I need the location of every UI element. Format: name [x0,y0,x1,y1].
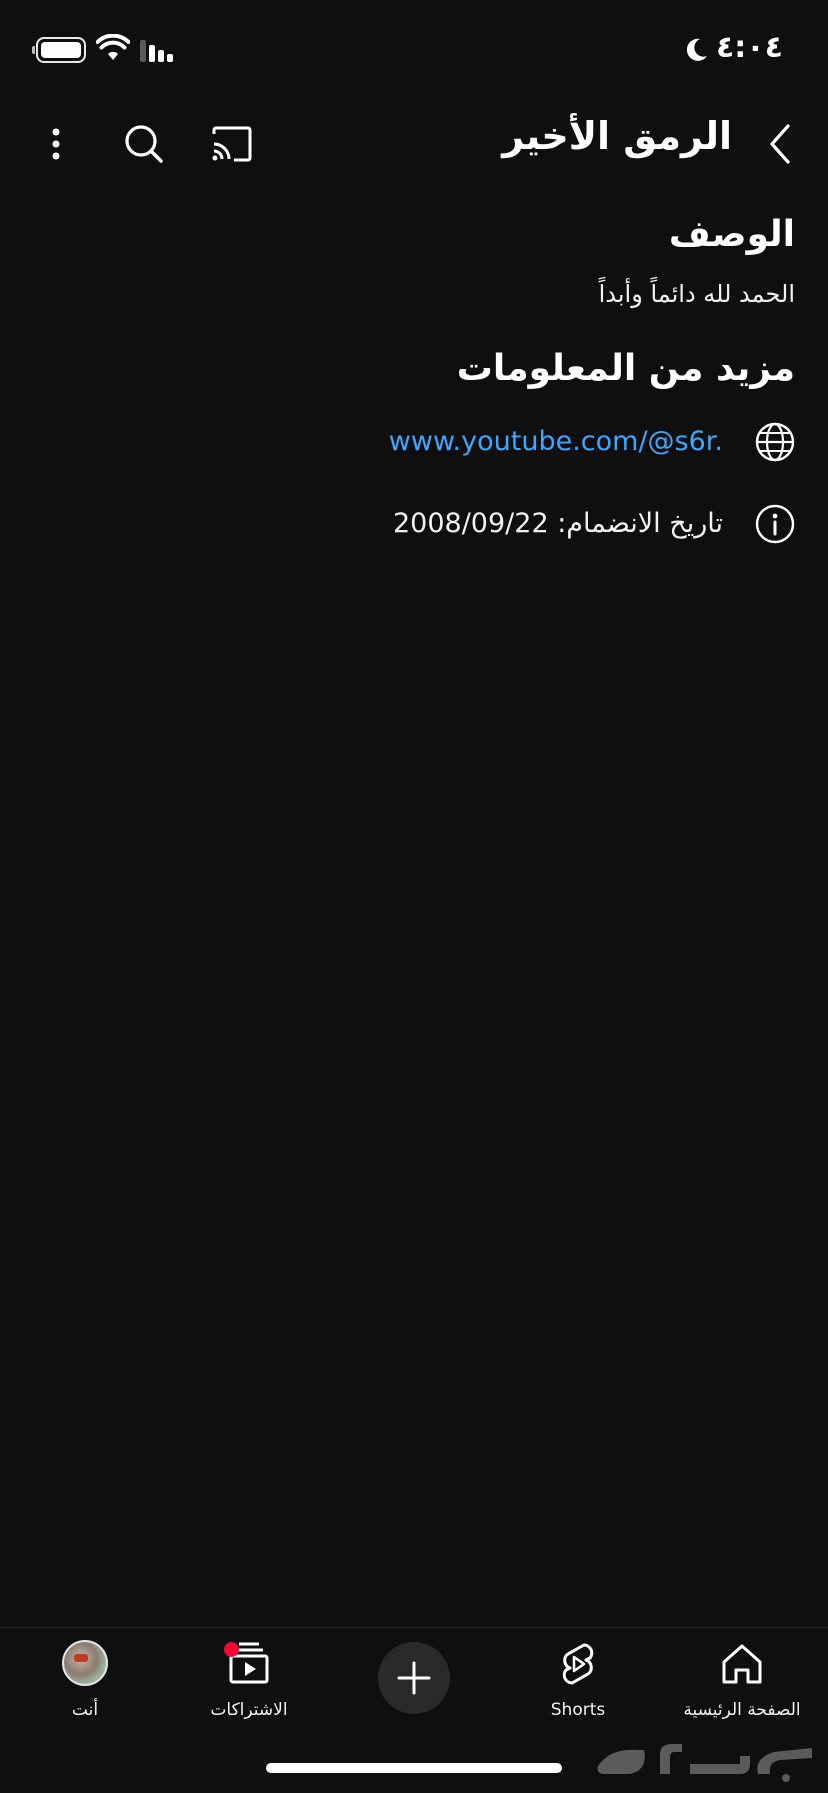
nav-item-you[interactable]: أنت [0,1640,170,1740]
globe-icon [755,422,795,462]
nav-label-shorts: Shorts [550,1700,606,1720]
description-heading: الوصف [668,214,795,255]
status-bar: ٤:٠٤ [0,0,828,100]
back-button[interactable] [756,120,804,168]
search-button[interactable] [120,120,168,168]
moon-icon [686,38,707,61]
plus-icon [397,1661,431,1695]
nav-label-subscriptions: الاشتراكات [210,1700,288,1720]
info-icon [755,504,795,544]
back-chevron-icon [770,124,790,164]
cast-icon [212,126,252,162]
home-indicator[interactable] [266,1763,562,1773]
home-icon [722,1644,762,1684]
channel-link[interactable]: www.youtube.com/@s6r. [389,426,723,457]
channel-link-row[interactable]: www.youtube.com/@s6r. [95,420,795,464]
haraj-watermark-logo [597,1744,812,1782]
description-text: الحمد لله دائماً وأبداً [598,280,795,308]
nav-label-you: أنت [71,1700,99,1720]
nav-item-home[interactable]: الصفحة الرئيسية [657,1640,827,1740]
joined-date: تاريخ الانضمام: 2008/09/22 [393,508,723,539]
joined-date-row: تاريخ الانضمام: 2008/09/22 [95,502,795,546]
top-app-bar: الرمق الأخير [0,100,828,180]
shorts-icon [562,1643,594,1685]
wifi-icon [96,34,130,60]
page-title: الرمق الأخير [502,114,732,158]
battery-icon [32,37,86,63]
more-options-button[interactable] [32,120,80,168]
cast-button[interactable] [208,120,256,168]
search-icon [125,125,163,163]
nav-item-subscriptions[interactable]: الاشتراكات [164,1640,334,1740]
more-vertical-icon [52,128,60,160]
create-button[interactable] [378,1642,450,1714]
cellular-signal-icon [140,38,178,62]
nav-label-home: الصفحة الرئيسية [683,1700,801,1720]
status-time: ٤:٠٤ [716,30,783,65]
avatar [62,1640,108,1686]
notification-dot [224,1642,239,1657]
more-info-heading: مزيد من المعلومات [456,348,795,389]
nav-item-shorts[interactable]: Shorts [493,1640,663,1740]
